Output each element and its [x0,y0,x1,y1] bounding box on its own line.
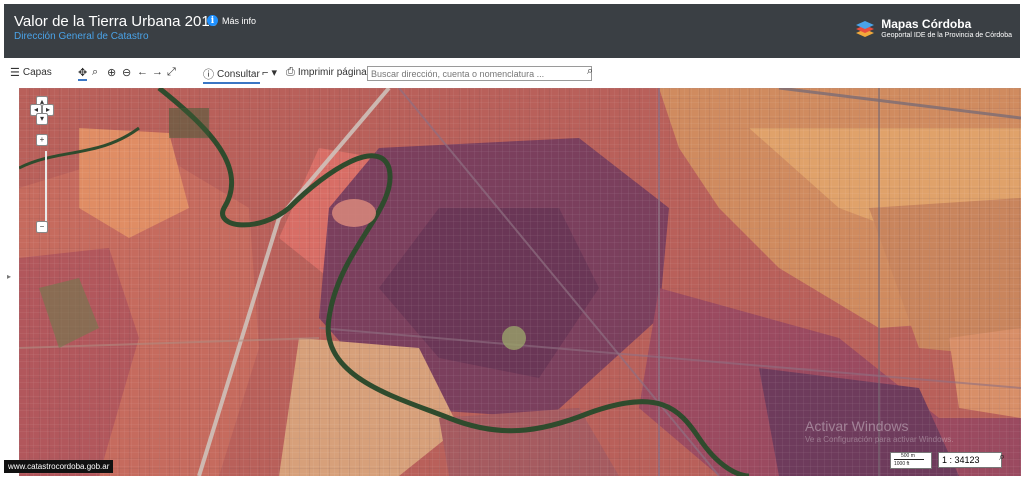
zoom-out-icon[interactable]: ⊖ [122,66,131,79]
next-extent-button[interactable]: → [152,66,163,78]
layers-button[interactable]: ☰ Capas [10,66,52,79]
zoom-slider-track[interactable] [45,151,47,221]
more-info-link[interactable]: i Más info [207,15,256,26]
expand-icon[interactable]: ⤢ [167,66,176,79]
full-extent-button[interactable]: ⤢ [167,66,176,79]
caret-down-icon[interactable]: ▾ [271,66,277,79]
scale-search-icon[interactable]: ⌕ [999,451,1005,464]
more-info-label[interactable]: Más info [222,16,256,26]
footer-url: www.catastrocordoba.gob.ar [4,460,114,473]
print-button[interactable]: ⎙ Imprimir página [286,66,367,79]
page-subtitle: Dirección General de Catastro [14,31,149,42]
scale-bar-line [894,459,924,460]
previous-extent-button[interactable]: ← [137,66,148,78]
magnifier-icon[interactable]: ⌕ [92,66,98,79]
zoom-tool-button[interactable]: ⌕ [92,66,98,79]
measure-tool-button[interactable]: ⌐ ▾ [262,66,277,80]
watermark-subtitle: Ve a Configuración para activar Windows. [805,435,954,444]
pan-tool-button[interactable]: ✥ [78,66,88,81]
printer-icon[interactable]: ⎙ [286,66,295,79]
info-circle-icon[interactable]: ⓘ [203,66,214,82]
search-icon[interactable]: ⌕ [587,65,593,78]
zoom-in-tool-button[interactable]: ⊕ [107,66,116,79]
page-title: Valor de la Tierra Urbana 2019 [14,13,219,30]
layers-label[interactable]: Capas [23,67,52,78]
logo-title: Mapas Córdoba [881,17,972,31]
consult-label[interactable]: Consultar [217,69,260,80]
logo-icon [856,21,875,37]
toolbar: ☰ Capas ✥ ⌕ ⊕ ⊖ ← → ⤢ ⓘ Consultar ⌐ ▾ ⎙ … [4,62,1020,86]
app-header: Valor de la Tierra Urbana 2019 i Más inf… [4,4,1020,58]
pan-down-button[interactable]: ▾ [36,113,48,125]
menu-icon[interactable]: ☰ [10,66,20,79]
arrow-right-icon[interactable]: → [152,66,163,78]
zoom-out-tool-button[interactable]: ⊖ [122,66,131,79]
zoom-in-icon[interactable]: ⊕ [107,66,116,79]
print-label[interactable]: Imprimir página [298,67,367,78]
scale-input[interactable] [938,452,1002,468]
move-icon[interactable]: ✥ [78,66,87,79]
search-input[interactable] [367,66,592,81]
logo-subtitle: Geoportal IDE de la Provincia de Córdoba [881,32,1012,39]
info-icon[interactable]: i [207,15,218,26]
mapas-cordoba-logo: Mapas Córdoba Geoportal IDE de la Provin… [853,17,1012,41]
zoom-in-button[interactable]: + [36,134,48,146]
scale-bar-bottom-label: 1000 ft [894,461,910,467]
watermark-title: Activar Windows [805,418,909,434]
arrow-left-icon[interactable]: ← [137,66,148,78]
consult-button[interactable]: ⓘ Consultar [203,66,260,84]
ruler-icon[interactable]: ⌐ [262,67,268,79]
scale-bar: 500 m 1000 ft [890,452,932,469]
expand-panel-icon[interactable]: ▸ [7,272,11,281]
zoom-out-button[interactable]: − [36,221,48,233]
map-view[interactable]: ▴ ◂ ▸ ▾ + − Activar Windows Ve a Configu… [19,88,1021,476]
